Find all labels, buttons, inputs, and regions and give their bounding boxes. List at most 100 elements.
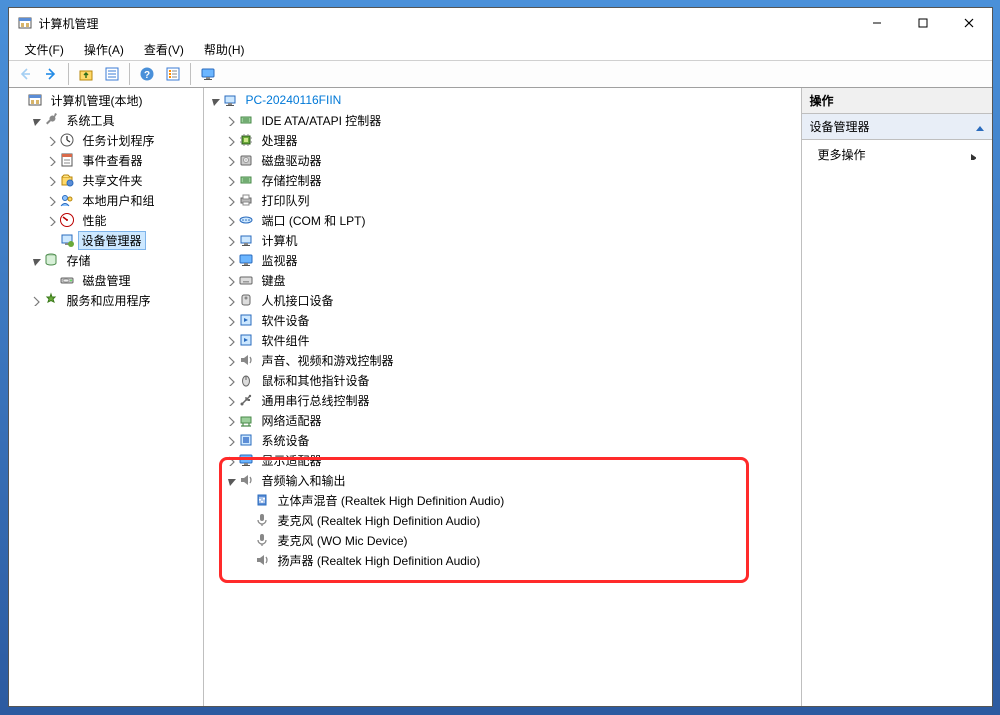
toolbar-monitor-button[interactable] bbox=[196, 62, 220, 86]
device-speaker-realtek[interactable]: 扬声器 (Realtek High Definition Audio) bbox=[204, 550, 801, 570]
device-network-adapters[interactable]: 网络适配器 bbox=[204, 410, 801, 430]
device-mice[interactable]: 鼠标和其他指针设备 bbox=[204, 370, 801, 390]
device-microphone-realtek[interactable]: 麦克风 (Realtek High Definition Audio) bbox=[204, 510, 801, 530]
expander-icon[interactable] bbox=[222, 272, 238, 288]
maximize-button[interactable] bbox=[900, 8, 946, 38]
toolbar-back-button[interactable] bbox=[13, 62, 37, 86]
toolbar-properties-button[interactable] bbox=[100, 62, 124, 86]
device-print-queues[interactable]: 打印队列 bbox=[204, 190, 801, 210]
actions-panel: 操作 设备管理器 更多操作 bbox=[802, 88, 992, 706]
expander-icon[interactable] bbox=[222, 292, 238, 308]
device-keyboards[interactable]: 键盘 bbox=[204, 270, 801, 290]
tree-label: 磁盘驱动器 bbox=[258, 151, 326, 170]
actions-section-device-manager[interactable]: 设备管理器 bbox=[802, 114, 992, 140]
tree-disk-management[interactable]: 磁盘管理 bbox=[9, 270, 203, 290]
expander-icon[interactable] bbox=[222, 472, 238, 488]
expander-icon[interactable] bbox=[222, 432, 238, 448]
expander-icon[interactable] bbox=[222, 152, 238, 168]
expander-icon[interactable] bbox=[222, 412, 238, 428]
tree-label: 软件组件 bbox=[258, 331, 314, 350]
tree-label: 事件查看器 bbox=[79, 151, 147, 170]
storage-icon bbox=[43, 252, 59, 268]
device-system-devices[interactable]: 系统设备 bbox=[204, 430, 801, 450]
toolbar-list-button[interactable] bbox=[161, 62, 185, 86]
device-usb-controllers[interactable]: 通用串行总线控制器 bbox=[204, 390, 801, 410]
device-hid[interactable]: 人机接口设备 bbox=[204, 290, 801, 310]
device-audio-in-out[interactable]: 音频输入和输出 bbox=[204, 470, 801, 490]
expander-icon[interactable] bbox=[222, 252, 238, 268]
tree-storage[interactable]: 存储 bbox=[9, 250, 203, 270]
chevron-right-icon bbox=[966, 150, 976, 160]
device-computer[interactable]: 计算机 bbox=[204, 230, 801, 250]
menu-help[interactable]: 帮助(H) bbox=[194, 39, 255, 60]
expander-icon[interactable] bbox=[222, 392, 238, 408]
expander-icon[interactable] bbox=[206, 92, 222, 108]
expander-icon[interactable] bbox=[222, 192, 238, 208]
device-sound-video-game[interactable]: 声音、视频和游戏控制器 bbox=[204, 350, 801, 370]
tree-device-manager[interactable]: 设备管理器 bbox=[9, 230, 203, 250]
collapse-up-icon[interactable] bbox=[972, 121, 984, 133]
expander-icon[interactable] bbox=[43, 192, 59, 208]
toolbar bbox=[9, 60, 992, 88]
left-nav-tree[interactable]: 计算机管理(本地) 系统工具 任务计划程序 bbox=[9, 88, 204, 706]
expander-icon[interactable] bbox=[222, 112, 238, 128]
device-display-adapters[interactable]: 显示适配器 bbox=[204, 450, 801, 470]
tree-label: 端口 (COM 和 LPT) bbox=[258, 211, 370, 230]
tree-label: 服务和应用程序 bbox=[63, 291, 155, 310]
device-software-components[interactable]: 软件组件 bbox=[204, 330, 801, 350]
services-icon bbox=[43, 292, 59, 308]
expander-icon[interactable] bbox=[27, 252, 43, 268]
mixer-icon bbox=[254, 492, 270, 508]
tree-local-users-groups[interactable]: 本地用户和组 bbox=[9, 190, 203, 210]
expander-icon[interactable] bbox=[222, 352, 238, 368]
expander-icon[interactable] bbox=[222, 452, 238, 468]
expander-icon[interactable] bbox=[222, 172, 238, 188]
menu-file[interactable]: 文件(F) bbox=[15, 39, 74, 60]
expander-icon[interactable] bbox=[27, 112, 43, 128]
tree-system-tools[interactable]: 系统工具 bbox=[9, 110, 203, 130]
device-tree-panel[interactable]: PC-20240116FIIN IDE ATA/ATAPI 控制器 处理器 磁盘… bbox=[204, 88, 802, 706]
expander-icon[interactable] bbox=[222, 372, 238, 388]
actions-more-actions[interactable]: 更多操作 bbox=[802, 140, 992, 169]
toolbar-forward-button[interactable] bbox=[39, 62, 63, 86]
tree-task-scheduler[interactable]: 任务计划程序 bbox=[9, 130, 203, 150]
tree-performance[interactable]: 性能 bbox=[9, 210, 203, 230]
cpu-icon bbox=[238, 132, 254, 148]
menu-view[interactable]: 查看(V) bbox=[134, 39, 194, 60]
device-monitors[interactable]: 监视器 bbox=[204, 250, 801, 270]
tree-label: 本地用户和组 bbox=[79, 191, 159, 210]
expander-icon[interactable] bbox=[222, 212, 238, 228]
tree-label: 计算机 bbox=[258, 231, 302, 250]
expander-icon[interactable] bbox=[222, 332, 238, 348]
device-root-pc[interactable]: PC-20240116FIIN bbox=[204, 90, 801, 110]
menu-action[interactable]: 操作(A) bbox=[74, 39, 134, 60]
device-disk-drives[interactable]: 磁盘驱动器 bbox=[204, 150, 801, 170]
expander-icon[interactable] bbox=[43, 212, 59, 228]
minimize-button[interactable] bbox=[854, 8, 900, 38]
toolbar-help-button[interactable] bbox=[135, 62, 159, 86]
tree-label: 麦克风 (Realtek High Definition Audio) bbox=[274, 511, 485, 530]
device-processors[interactable]: 处理器 bbox=[204, 130, 801, 150]
expander-icon[interactable] bbox=[222, 232, 238, 248]
tree-services-apps[interactable]: 服务和应用程序 bbox=[9, 290, 203, 310]
device-storage-controllers[interactable]: 存储控制器 bbox=[204, 170, 801, 190]
device-stereo-mix[interactable]: 立体声混音 (Realtek High Definition Audio) bbox=[204, 490, 801, 510]
expander-icon[interactable] bbox=[222, 132, 238, 148]
tree-shared-folders[interactable]: 共享文件夹 bbox=[9, 170, 203, 190]
device-ide-ata-atapi[interactable]: IDE ATA/ATAPI 控制器 bbox=[204, 110, 801, 130]
tree-root-computer-management[interactable]: 计算机管理(本地) bbox=[9, 90, 203, 110]
device-software-devices[interactable]: 软件设备 bbox=[204, 310, 801, 330]
expander-icon[interactable] bbox=[27, 292, 43, 308]
expander-icon[interactable] bbox=[43, 172, 59, 188]
pc-icon bbox=[222, 92, 238, 108]
tree-event-viewer[interactable]: 事件查看器 bbox=[9, 150, 203, 170]
expander-icon[interactable] bbox=[43, 132, 59, 148]
device-microphone-womic[interactable]: 麦克风 (WO Mic Device) bbox=[204, 530, 801, 550]
close-button[interactable] bbox=[946, 8, 992, 38]
expander-icon[interactable] bbox=[43, 152, 59, 168]
toolbar-up-button[interactable] bbox=[74, 62, 98, 86]
network-icon bbox=[238, 412, 254, 428]
expander-icon[interactable] bbox=[222, 312, 238, 328]
device-ports[interactable]: 端口 (COM 和 LPT) bbox=[204, 210, 801, 230]
audio-icon bbox=[238, 472, 254, 488]
